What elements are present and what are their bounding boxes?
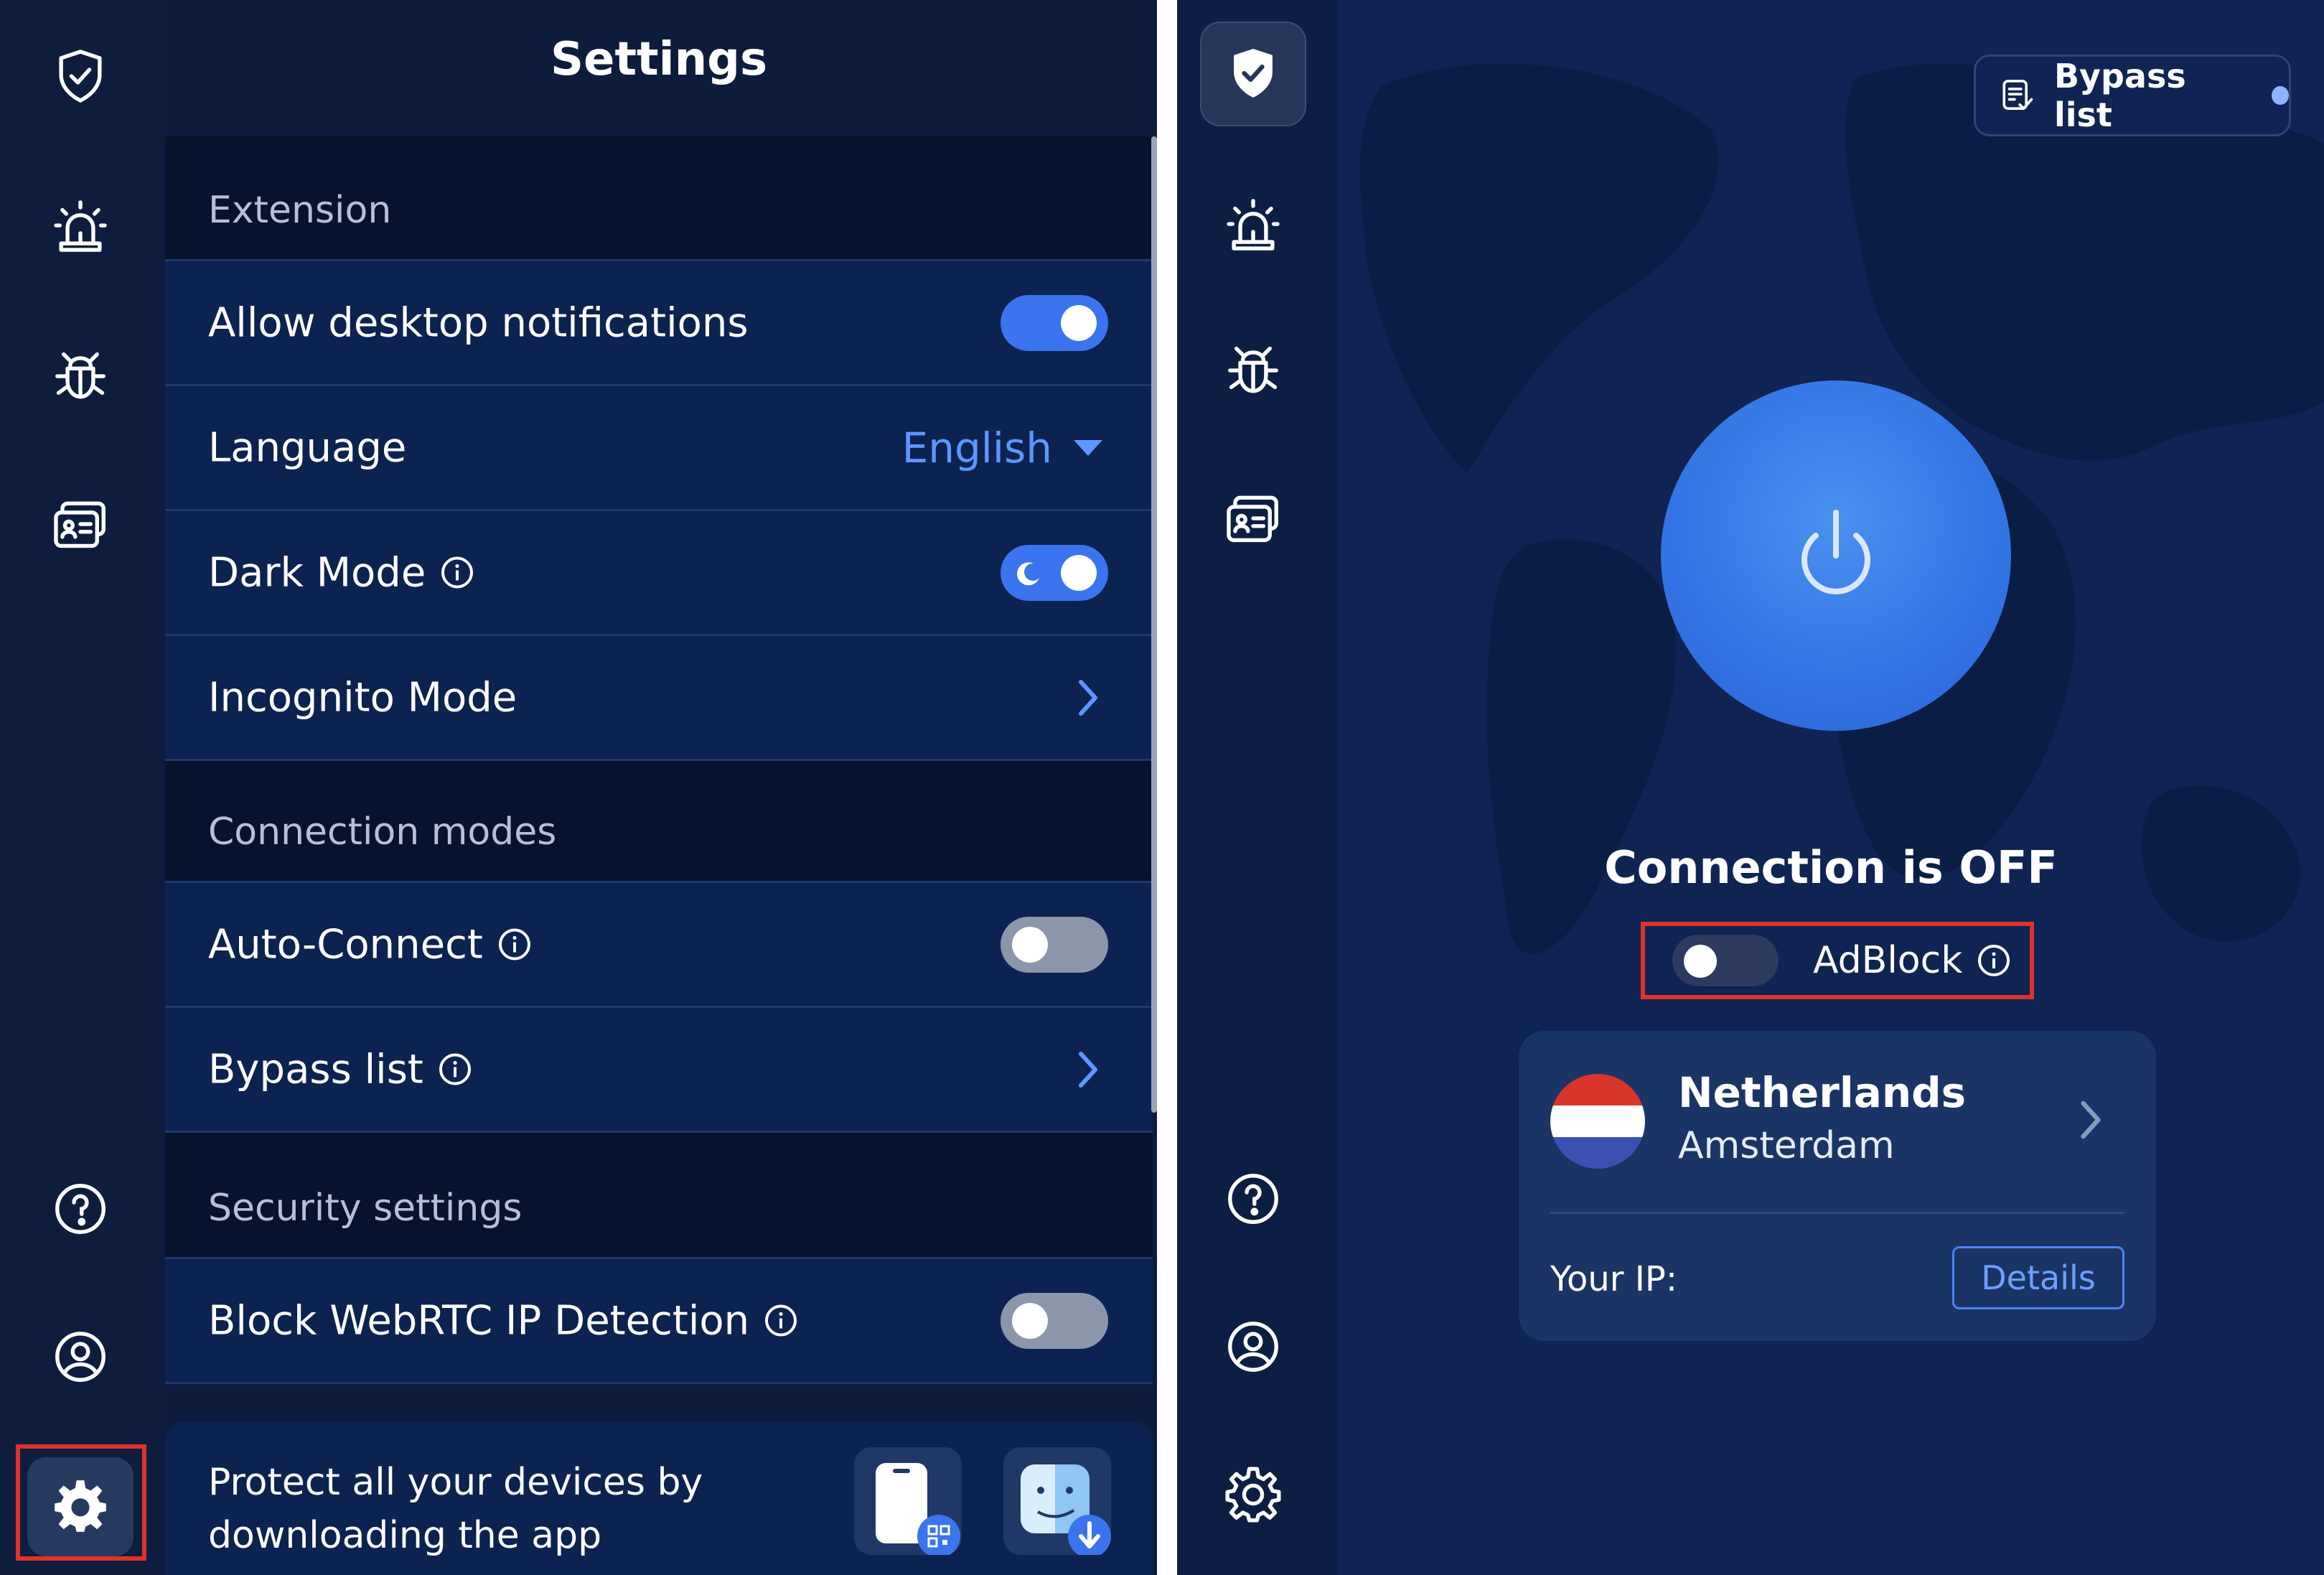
settings-scrollbar[interactable] xyxy=(1151,136,1157,1113)
bypass-list-label: Bypass list xyxy=(2053,57,2186,134)
bug-icon[interactable] xyxy=(44,340,116,412)
shield-check-icon[interactable] xyxy=(1217,37,1289,109)
mobile-app-qr-icon[interactable] xyxy=(854,1447,962,1558)
settings-panel: Settings Extension Allow desktop notific… xyxy=(0,0,1157,1575)
notification-dot xyxy=(2272,86,2289,105)
connection-status: Connection is OFF xyxy=(1604,841,2058,894)
alarm-icon[interactable] xyxy=(44,190,116,261)
setting-label: Auto-Connect xyxy=(208,921,532,968)
location-card[interactable]: Netherlands Amsterdam Your IP: Details xyxy=(1519,1031,2156,1341)
location-city: Amsterdam xyxy=(1678,1124,1895,1167)
help-icon[interactable] xyxy=(1217,1163,1289,1235)
alarm-icon[interactable] xyxy=(1217,188,1289,260)
moon-icon xyxy=(1017,561,1039,585)
setting-row-language: Language English xyxy=(165,386,1153,511)
adblock-highlight-box xyxy=(1641,922,2034,999)
location-country: Netherlands xyxy=(1678,1068,1967,1117)
settings-highlight-box xyxy=(16,1444,146,1561)
section-header-extension: Extension xyxy=(165,136,1153,261)
power-icon xyxy=(1801,510,1870,594)
setting-label: Allow desktop notifications xyxy=(208,299,749,346)
netherlands-flag-icon xyxy=(1550,1074,1645,1169)
account-icon[interactable] xyxy=(1217,1311,1289,1383)
chevron-right-icon xyxy=(2081,1100,2101,1139)
details-button[interactable]: Details xyxy=(1952,1246,2124,1309)
setting-row-bypass-list[interactable]: Bypass list xyxy=(165,1008,1153,1133)
desktop-app-download-icon[interactable] xyxy=(1003,1447,1111,1558)
setting-row-block-webrtc: Block WebRTC IP Detection xyxy=(165,1259,1153,1384)
settings-icon[interactable] xyxy=(1217,1459,1289,1530)
right-sidebar xyxy=(1177,0,1338,1575)
help-icon[interactable] xyxy=(44,1173,116,1245)
webrtc-toggle[interactable] xyxy=(1001,1292,1108,1349)
bypass-list-button[interactable]: Bypass list xyxy=(1974,55,2291,136)
setting-row-dark-mode: Dark Mode xyxy=(165,511,1153,636)
setting-label: Block WebRTC IP Detection xyxy=(208,1297,798,1344)
left-sidebar xyxy=(0,0,161,1575)
page-title: Settings xyxy=(550,33,768,86)
setting-label: Dark Mode xyxy=(208,549,474,596)
info-icon[interactable] xyxy=(438,1052,472,1087)
promo-text: Protect all your devices by downloading … xyxy=(208,1461,703,1557)
setting-label: Bypass list xyxy=(208,1046,472,1093)
id-card-icon[interactable] xyxy=(44,488,116,560)
info-icon[interactable] xyxy=(440,556,474,590)
chevron-right-icon xyxy=(1079,1051,1097,1088)
info-icon[interactable] xyxy=(764,1304,798,1338)
setting-row-auto-connect: Auto-Connect xyxy=(165,883,1153,1008)
connect-power-button[interactable] xyxy=(1661,380,2011,731)
download-app-banner[interactable]: Protect all your devices by downloading … xyxy=(165,1421,1153,1575)
setting-label: Incognito Mode xyxy=(208,674,517,721)
bug-icon[interactable] xyxy=(1217,335,1289,406)
auto-connect-toggle[interactable] xyxy=(1001,916,1108,973)
checklist-icon xyxy=(2002,80,2033,111)
vpn-home-panel: Bypass list Connection is OFF AdBlock Ne… xyxy=(1177,0,2324,1575)
shield-check-icon[interactable] xyxy=(44,40,116,112)
id-card-icon[interactable] xyxy=(1217,482,1289,554)
caret-down-icon xyxy=(1074,439,1102,456)
your-ip-label: Your IP: xyxy=(1550,1259,1677,1299)
setting-row-incognito[interactable]: Incognito Mode xyxy=(165,636,1153,761)
notifications-toggle[interactable] xyxy=(1001,294,1108,351)
section-header-connection-modes: Connection modes xyxy=(165,761,1153,883)
setting-label: Language xyxy=(208,424,407,471)
settings-list: Extension Allow desktop notifications La… xyxy=(165,136,1153,1384)
divider xyxy=(1550,1212,2124,1214)
account-icon[interactable] xyxy=(44,1321,116,1393)
info-icon[interactable] xyxy=(497,927,532,962)
setting-row-desktop-notifications: Allow desktop notifications xyxy=(165,261,1153,386)
language-select[interactable]: English xyxy=(902,424,1102,472)
section-header-security: Security settings xyxy=(165,1133,1153,1259)
language-value: English xyxy=(901,423,1052,472)
dark-mode-toggle[interactable] xyxy=(1001,544,1108,601)
chevron-right-icon xyxy=(1079,679,1097,716)
